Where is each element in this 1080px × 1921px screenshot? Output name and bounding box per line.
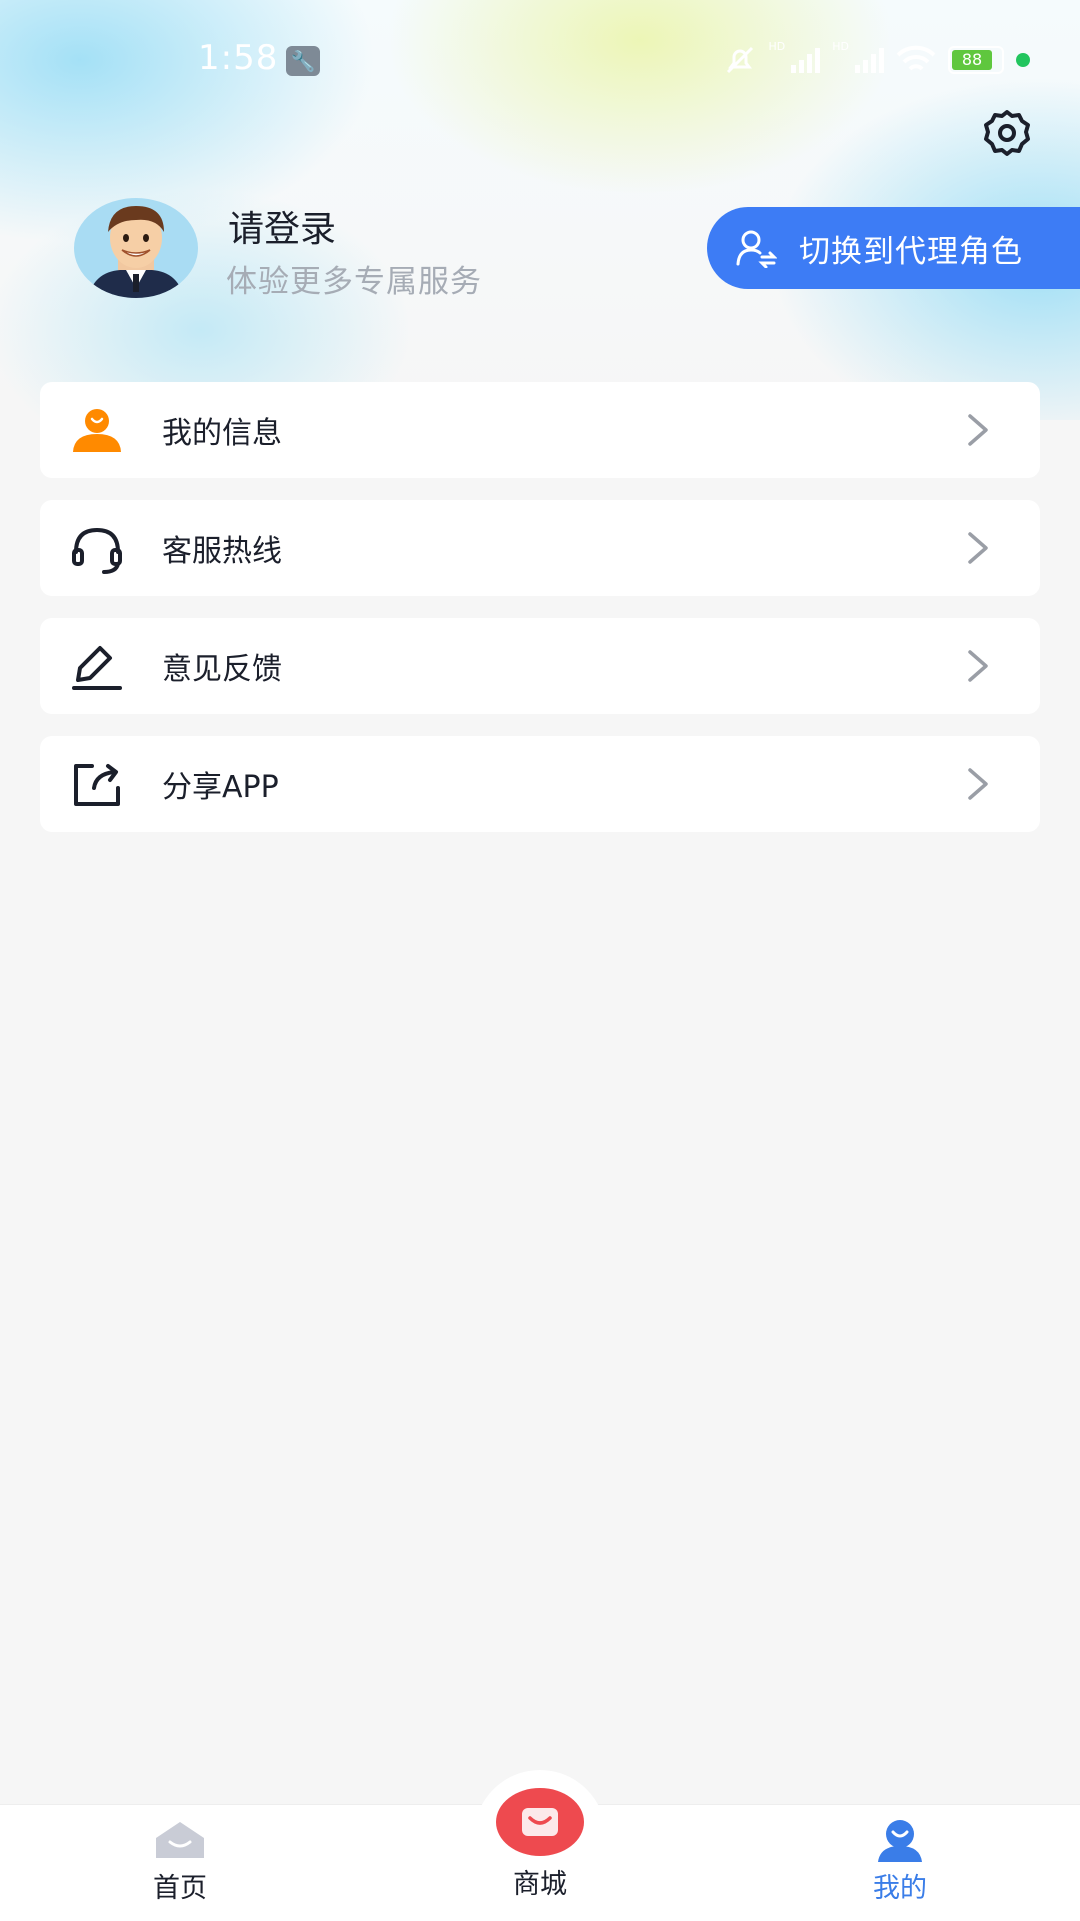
avatar-illustration bbox=[88, 206, 184, 298]
wrench-icon: 🔧 bbox=[286, 46, 320, 76]
menu-item-share-app[interactable]: 分享APP bbox=[40, 736, 1040, 832]
status-time: 1:58 bbox=[198, 38, 279, 78]
chevron-right-icon bbox=[968, 650, 988, 682]
chevron-right-icon bbox=[968, 532, 988, 564]
signal-2-icon bbox=[855, 47, 884, 73]
shop-bag-icon bbox=[496, 1788, 584, 1856]
chevron-right-icon bbox=[968, 768, 988, 800]
tab-mine[interactable]: 我的 bbox=[830, 1818, 970, 1905]
tab-shop[interactable]: 商城 bbox=[470, 1786, 610, 1901]
switch-role-button[interactable]: 切换到代理角色 bbox=[707, 207, 1080, 289]
user-active-icon bbox=[878, 1820, 922, 1862]
status-bar: 1:58 🔧 HD HD 88 bbox=[0, 0, 1080, 120]
login-subtitle: 体验更多专属服务 bbox=[226, 264, 482, 300]
menu-item-my-info[interactable]: 我的信息 bbox=[40, 382, 1040, 478]
user-info-icon bbox=[73, 409, 121, 452]
battery-icon: 88 bbox=[948, 46, 1004, 74]
headset-icon bbox=[72, 527, 122, 574]
bell-muted-icon bbox=[726, 46, 753, 74]
menu-item-hotline[interactable]: 客服热线 bbox=[40, 500, 1040, 596]
gear-icon[interactable] bbox=[982, 108, 1032, 158]
chevron-right-icon bbox=[968, 414, 988, 446]
edit-pen-icon bbox=[72, 646, 122, 690]
menu-item-label: 客服热线 bbox=[162, 534, 282, 569]
wifi-icon bbox=[896, 45, 936, 71]
tab-home[interactable]: 首页 bbox=[110, 1818, 250, 1905]
tab-mine-label: 我的 bbox=[873, 1873, 927, 1904]
menu-item-label: 我的信息 bbox=[162, 416, 282, 451]
menu-item-label: 意见反馈 bbox=[162, 652, 282, 687]
status-icons: HD HD 88 bbox=[723, 40, 1030, 80]
tab-shop-label: 商城 bbox=[513, 1869, 567, 1900]
login-title[interactable]: 请登录 bbox=[228, 200, 336, 252]
menu-item-feedback[interactable]: 意见反馈 bbox=[40, 618, 1040, 714]
tab-home-label: 首页 bbox=[153, 1873, 207, 1904]
share-icon bbox=[74, 764, 120, 806]
switch-role-label: 切换到代理角色 bbox=[799, 233, 1023, 270]
avatar[interactable] bbox=[74, 198, 198, 298]
home-icon bbox=[156, 1822, 204, 1858]
battery-level: 88 bbox=[952, 50, 992, 70]
status-dot bbox=[1016, 53, 1030, 67]
switch-user-icon bbox=[736, 230, 777, 268]
menu-item-label: 分享APP bbox=[162, 770, 279, 805]
signal-1-icon bbox=[791, 47, 821, 73]
